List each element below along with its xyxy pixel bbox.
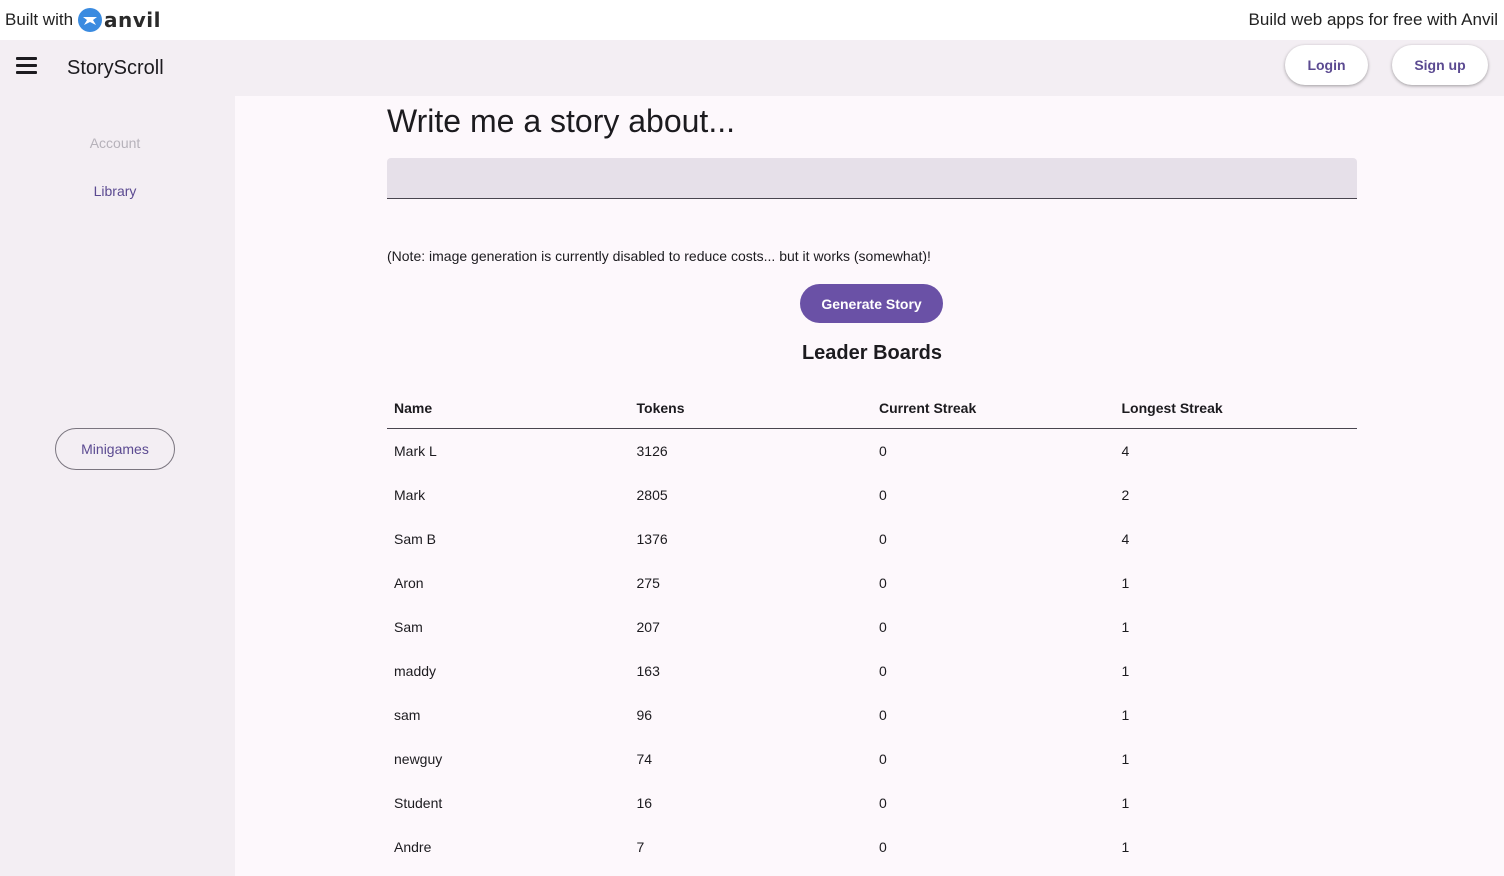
app-header: StoryScroll Login Sign up [0, 40, 1504, 96]
cell-tokens: 74 [636, 751, 653, 767]
app-title: StoryScroll [67, 57, 164, 79]
anvil-banner: Built with anvil Build web apps for free… [0, 0, 1504, 40]
cell-tokens: 275 [636, 575, 660, 591]
column-header-longest-streak: Longest Streak [1121, 400, 1223, 416]
cell-tokens: 163 [636, 663, 660, 679]
image-generation-note: (Note: image generation is currently dis… [387, 248, 931, 264]
cell-current-streak: 0 [879, 487, 887, 503]
sidebar-item-library[interactable]: Library [0, 183, 230, 199]
cell-tokens: 7 [636, 839, 645, 855]
cell-current-streak: 0 [879, 663, 887, 679]
generate-story-button[interactable]: Generate Story [800, 284, 943, 323]
built-with-label: Built with [5, 10, 74, 29]
table-row: Sam B 1376 0 4 [387, 517, 1357, 561]
cell-longest-streak: 1 [1121, 707, 1130, 723]
sidebar: Account Library Minigames [0, 96, 235, 876]
cell-longest-streak: 4 [1121, 531, 1130, 547]
cell-current-streak: 0 [879, 531, 887, 547]
cell-longest-streak: 4 [1121, 443, 1130, 459]
story-prompt-input[interactable] [387, 158, 1357, 199]
cell-current-streak: 0 [879, 795, 887, 811]
cell-current-streak: 0 [879, 839, 887, 855]
sidebar-item-account[interactable]: Account [0, 135, 230, 151]
cell-longest-streak: 1 [1121, 575, 1130, 591]
table-row: Student 16 0 1 [387, 781, 1357, 825]
cell-longest-streak: 2 [1121, 487, 1130, 503]
table-row: Aron 275 0 1 [387, 561, 1357, 605]
table-row: maddy 163 0 1 [387, 649, 1357, 693]
cell-name: newguy [394, 751, 443, 767]
cell-tokens: 16 [636, 795, 653, 811]
cell-tokens: 96 [636, 707, 653, 723]
cell-current-streak: 0 [879, 707, 887, 723]
cell-name: Sam [394, 619, 423, 635]
page-title: Write me a story about... [387, 103, 735, 139]
cell-current-streak: 0 [879, 751, 887, 767]
login-button[interactable]: Login [1285, 45, 1368, 85]
cell-name: Mark L [394, 443, 437, 459]
table-row: Sam 207 0 1 [387, 605, 1357, 649]
anvil-logo-word: anvil [104, 8, 162, 32]
anvil-logo-icon [78, 8, 103, 32]
table-row: Andre 7 0 1 [387, 825, 1357, 869]
cell-name: Student [394, 795, 443, 811]
anvil-logo: anvil [78, 8, 161, 32]
table-header: Name Tokens Current Streak Longest Strea… [387, 388, 1357, 429]
built-with-anvil-link[interactable]: Built with anvil [5, 8, 161, 32]
cell-name: sam [394, 707, 421, 723]
cell-name: Mark [394, 487, 426, 503]
cell-longest-streak: 1 [1121, 663, 1130, 679]
column-header-tokens: Tokens [636, 400, 685, 416]
leaderboard-table: Name Tokens Current Streak Longest Strea… [387, 388, 1357, 869]
cell-longest-streak: 1 [1121, 839, 1130, 855]
minigames-button[interactable]: Minigames [55, 428, 175, 470]
cell-tokens: 207 [636, 619, 660, 635]
cell-tokens: 3126 [636, 443, 668, 459]
table-row: sam 96 0 1 [387, 693, 1357, 737]
column-header-current-streak: Current Streak [879, 400, 977, 416]
anvil-promo-link[interactable]: Build web apps for free with Anvil [1249, 10, 1498, 30]
cell-tokens: 1376 [636, 531, 668, 547]
cell-name: maddy [394, 663, 437, 679]
cell-current-streak: 0 [879, 619, 887, 635]
cell-tokens: 2805 [636, 487, 668, 503]
hamburger-icon[interactable] [16, 57, 37, 79]
cell-longest-streak: 1 [1121, 795, 1130, 811]
cell-name: Sam B [394, 531, 437, 547]
leaderboard-title: Leader Boards [801, 342, 943, 364]
cell-name: Andre [394, 839, 432, 855]
cell-name: Aron [394, 575, 424, 591]
table-row: Mark L 3126 0 4 [387, 429, 1357, 473]
table-row: Mark 2805 0 2 [387, 473, 1357, 517]
column-header-name: Name [394, 400, 433, 416]
cell-current-streak: 0 [879, 575, 887, 591]
cell-longest-streak: 1 [1121, 751, 1130, 767]
signup-button[interactable]: Sign up [1392, 45, 1488, 85]
table-row: newguy 74 0 1 [387, 737, 1357, 781]
cell-longest-streak: 1 [1121, 619, 1130, 635]
cell-current-streak: 0 [879, 443, 887, 459]
